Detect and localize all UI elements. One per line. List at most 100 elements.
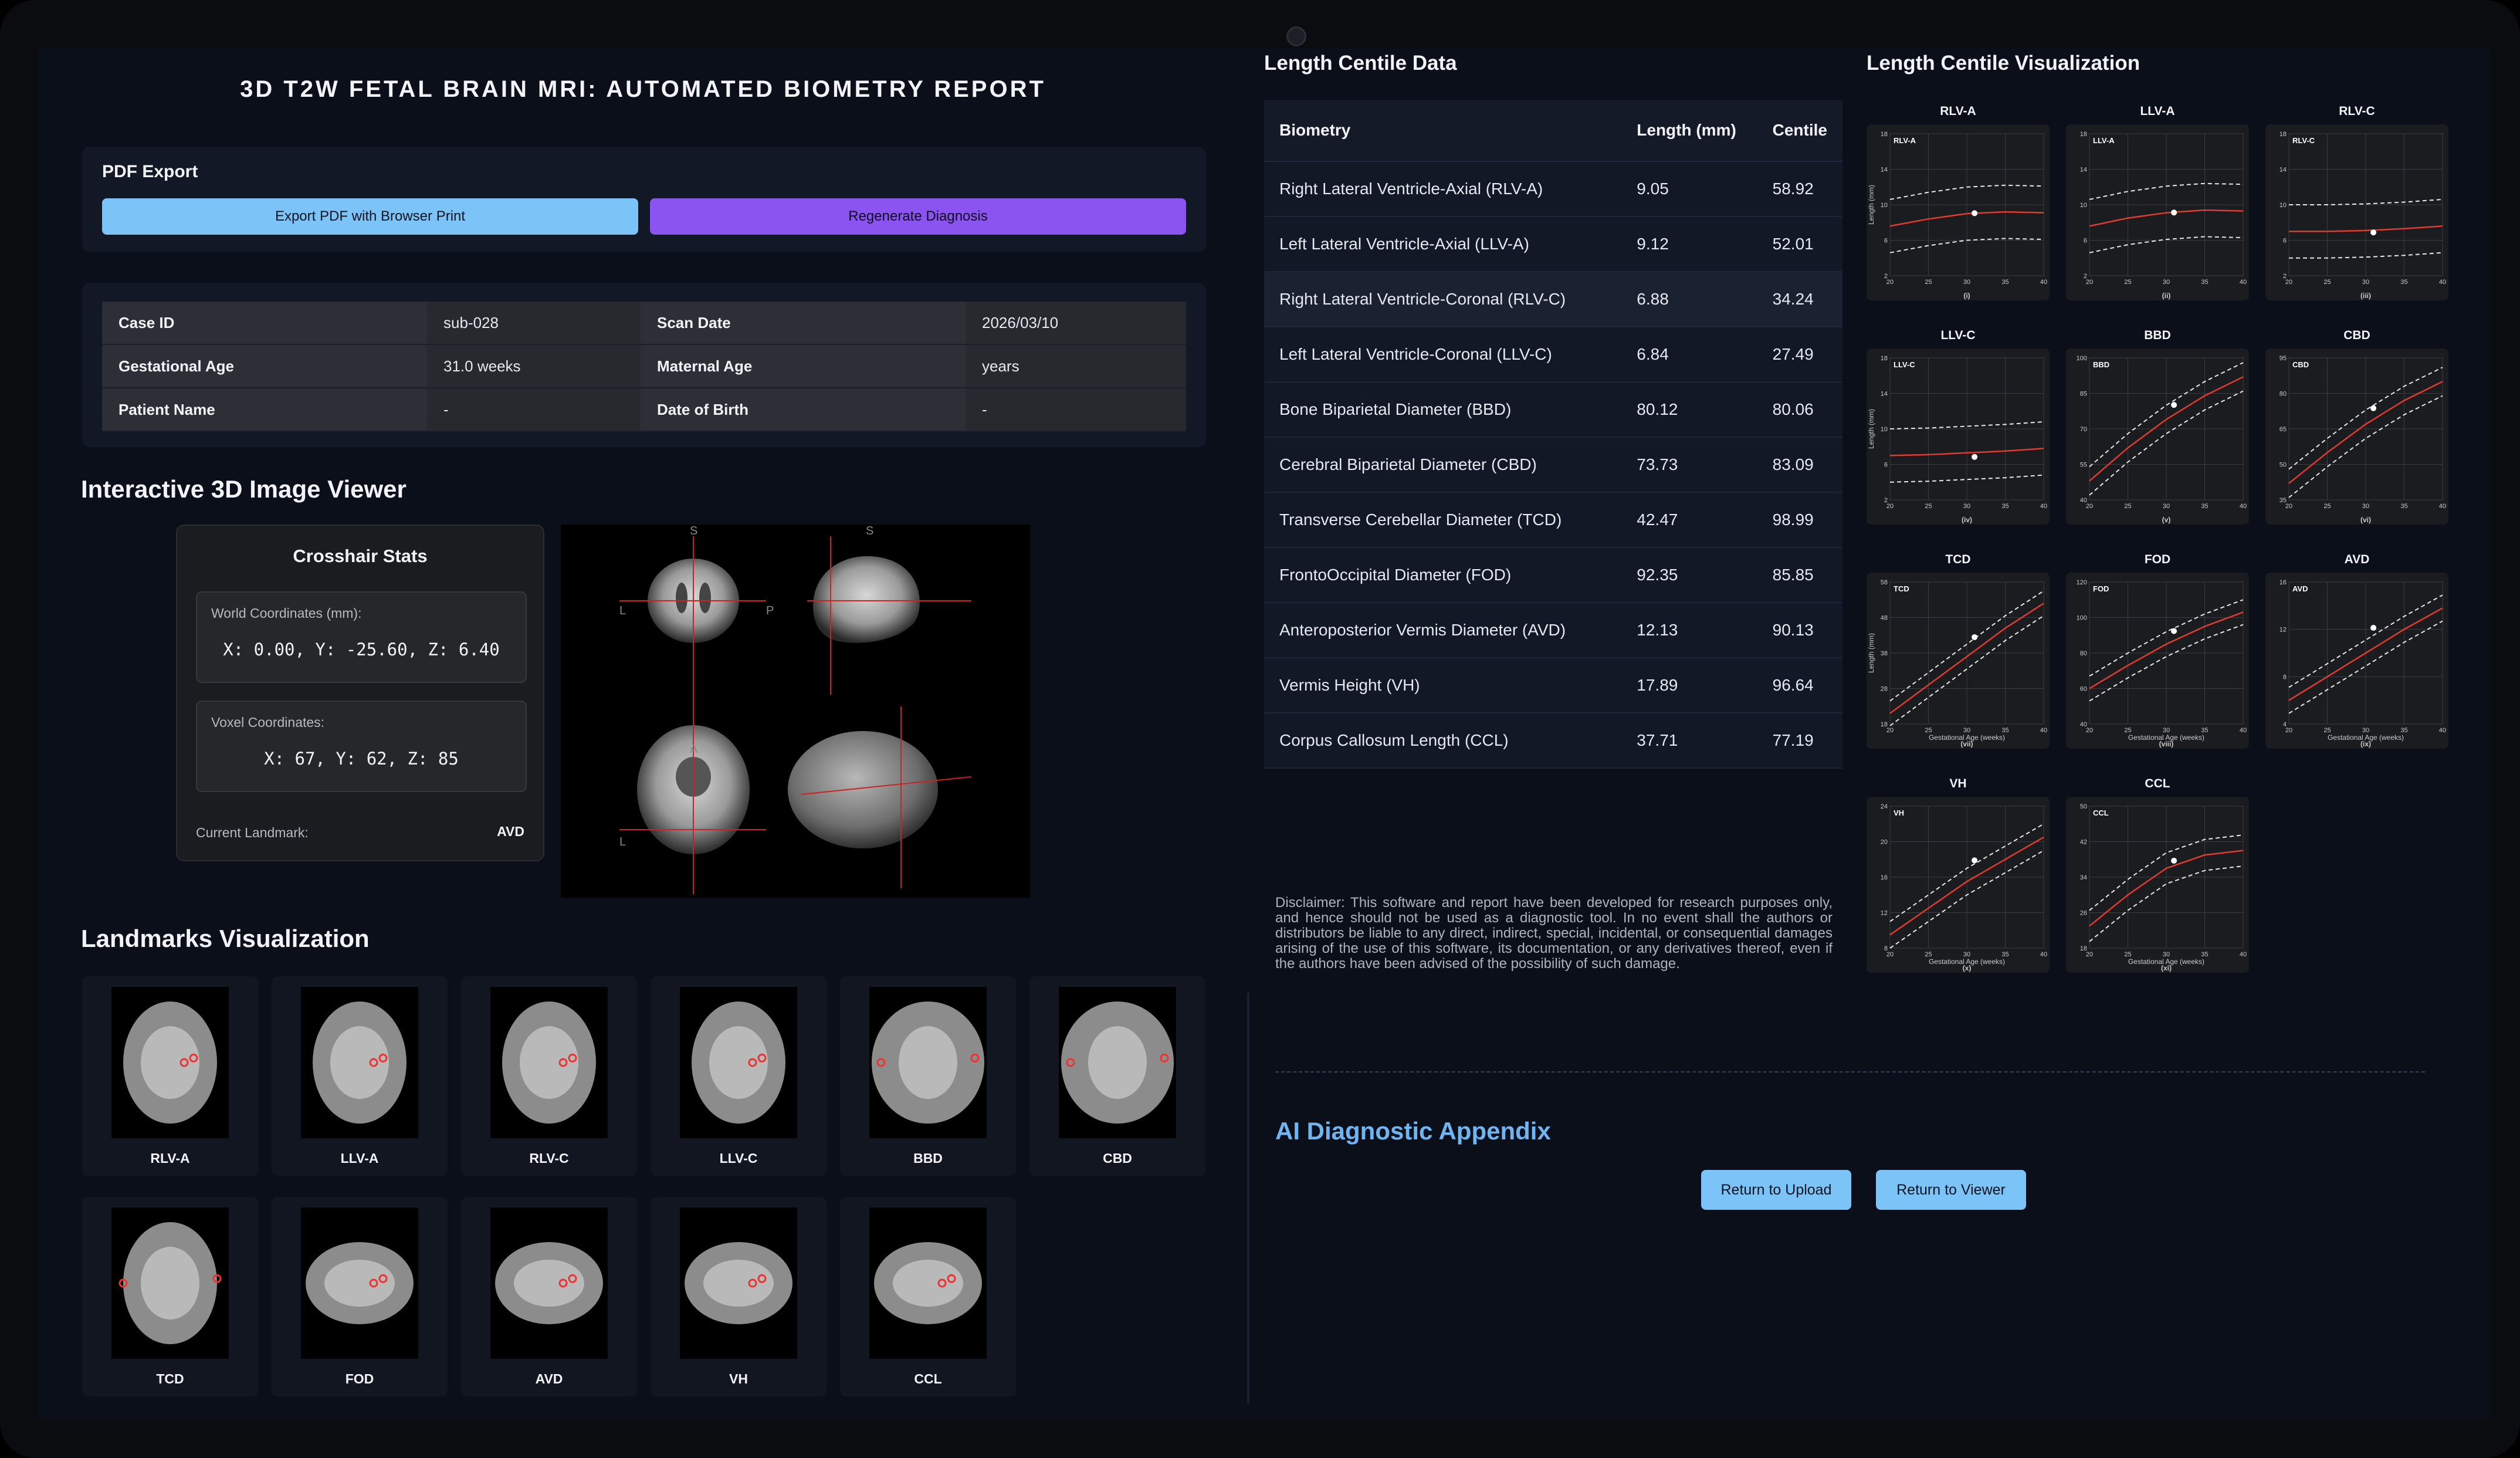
landmark-thumbnail[interactable]: CCL — [840, 1197, 1016, 1396]
orientation-label: S — [690, 525, 698, 537]
plot-svg: 20 25 30 35 4040557085100BBD(v) — [2077, 355, 2247, 524]
y-tick-label: 8 — [1884, 945, 1888, 952]
viewer-section-title: Interactive 3D Image Viewer — [81, 475, 407, 503]
plot-subtitle: (i) — [1963, 292, 1970, 300]
landmark-slice-image — [490, 987, 608, 1138]
landmark-label: FOD — [345, 1371, 374, 1386]
brain-tissue — [709, 1026, 768, 1099]
landmark-thumbnail[interactable]: RLV-C — [461, 976, 637, 1176]
x-tick-label: 35 — [2001, 503, 2008, 510]
centile-cell: 77.19 — [1757, 713, 1842, 769]
orientation-label: L — [619, 835, 626, 848]
landmark-slice-image — [680, 1207, 797, 1359]
regenerate-diagnosis-button[interactable]: Regenerate Diagnosis — [650, 198, 1186, 235]
landmark-slice-image — [869, 1207, 987, 1359]
x-tick-label: 40 — [2040, 727, 2047, 734]
landmark-thumbnail[interactable]: LLV-C — [651, 976, 827, 1176]
x-tick-label: 25 — [2323, 503, 2331, 510]
plot-subtitle: (iv) — [1962, 516, 1972, 524]
mri-viewer-render[interactable] — [561, 525, 1030, 898]
centile-plot-vh: VH 20 25 30 35 40 8 12 16 20 24 VH Gestational Age (… — [1867, 777, 2050, 973]
y-tick-label: 10 — [2279, 202, 2287, 209]
y-tick-label: 12 — [2279, 627, 2287, 634]
return-to-upload-button[interactable]: Return to Upload — [1701, 1170, 1851, 1210]
plot-svg: 20 25 30 35 4026101418LLV-A(ii) — [2080, 131, 2247, 300]
biometry-cell: Bone Biparietal Diameter (BBD) — [1264, 382, 1622, 438]
x-tick-label: 25 — [2124, 503, 2131, 510]
centile-cell: 52.01 — [1757, 216, 1842, 272]
maternal-age-label: Maternal Age — [641, 344, 966, 388]
gestational-age-label: Gestational Age — [102, 344, 427, 388]
y-tick-label: 80 — [2080, 650, 2087, 657]
landmark-thumbnail[interactable]: TCD — [82, 1197, 258, 1396]
patient-point — [1972, 857, 1978, 864]
y-tick-label: 14 — [1881, 167, 1888, 174]
landmark-thumbnail[interactable]: CBD — [1029, 976, 1205, 1176]
y-tick-label: 2 — [1884, 497, 1888, 504]
plot-svg: 20 25 30 35 401826344250CCLGestational Age (… — [2080, 803, 2247, 972]
y-tick-label: 18 — [2080, 131, 2087, 138]
y-tick-label: 6 — [2084, 238, 2087, 245]
y-tick-label: 40 — [2080, 497, 2087, 504]
landmark-label: LLV-C — [719, 1151, 758, 1166]
patient-point — [1972, 634, 1978, 640]
landmark-thumbnail[interactable]: BBD — [840, 976, 1016, 1176]
x-tick-label: 30 — [2163, 503, 2170, 510]
brain-tissue — [330, 1026, 389, 1099]
plot-svg: 20 25 30 35 4026101418RLV-ALength (mm)(i) — [1867, 131, 2047, 300]
landmark-thumbnail[interactable]: AVD — [461, 1197, 637, 1396]
y-tick-label: 2 — [1884, 273, 1888, 280]
y-tick-label: 28 — [1881, 686, 1888, 693]
export-pdf-button[interactable]: Export PDF with Browser Print — [102, 198, 638, 235]
voxel-coordinates-value: X: 67, Y: 62, Z: 85 — [264, 749, 459, 769]
landmark-label: AVD — [535, 1371, 563, 1386]
centile-cell: 58.92 — [1757, 161, 1842, 217]
landmark-thumbnail[interactable]: RLV-A — [82, 976, 258, 1176]
landmark-slice-image — [680, 987, 797, 1138]
x-tick-label: 40 — [2040, 279, 2047, 286]
patient-point — [1972, 210, 1978, 216]
landmark-thumbnail[interactable]: VH — [651, 1197, 827, 1396]
scan-date-value: 2026/03/10 — [966, 302, 1186, 345]
brain-tissue — [893, 1260, 963, 1307]
x-tick-label: 30 — [2362, 503, 2369, 510]
length-cell: 37.71 — [1621, 713, 1757, 769]
plot-inner-label: TCD — [1894, 584, 1909, 593]
mri-viewer-canvas[interactable]: S S L P A L — [561, 525, 1030, 898]
return-to-viewer-button[interactable]: Return to Viewer — [1876, 1170, 2026, 1210]
y-tick-label: 6 — [1884, 238, 1888, 245]
y-tick-label: 35 — [2279, 497, 2287, 504]
patient-name-label: Patient Name — [102, 388, 427, 432]
y-tick-label: 18 — [2080, 945, 2087, 952]
landmark-thumbnail[interactable]: LLV-A — [272, 976, 448, 1176]
y-tick-label: 60 — [2080, 686, 2087, 693]
y-axis-label: Length (mm) — [1867, 409, 1875, 449]
y-tick-label: 42 — [2080, 839, 2087, 846]
plot-inner-label: VH — [1894, 809, 1904, 817]
plot-inner-label: BBD — [2093, 360, 2109, 369]
date-of-birth-value: - — [966, 388, 1186, 432]
plot-inner-label: AVD — [2292, 584, 2308, 593]
x-tick-label: 25 — [1925, 503, 1932, 510]
case-info-row: Case ID sub-028 Scan Date 2026/03/10 — [102, 302, 1186, 345]
patient-point — [2370, 405, 2377, 411]
patient-point — [2370, 229, 2377, 236]
orientation-label: A — [690, 743, 698, 756]
y-axis-label: Length (mm) — [1867, 185, 1875, 225]
centile-table-title: Length Centile Data — [1264, 52, 1457, 75]
landmark-label: VH — [729, 1371, 748, 1386]
centile-table-header: Biometry Length (mm) Centile — [1264, 100, 1842, 162]
biometry-cell: Transverse Cerebellar Diameter (TCD) — [1264, 492, 1622, 548]
x-tick-label: 35 — [2201, 279, 2208, 286]
brain-tissue — [520, 1026, 578, 1099]
y-tick-label: 24 — [1881, 803, 1888, 810]
y-tick-label: 18 — [2279, 131, 2287, 138]
x-tick-label: 40 — [2040, 503, 2047, 510]
case-id-label: Case ID — [102, 302, 427, 345]
y-tick-label: 18 — [1881, 721, 1888, 728]
centile-table-row: Right Lateral Ventricle-Axial (RLV-A) 9.0… — [1264, 161, 1842, 217]
brain-tissue — [141, 1026, 199, 1099]
landmark-thumbnail[interactable]: FOD — [272, 1197, 448, 1396]
y-tick-label: 50 — [2080, 803, 2087, 810]
centile-table-body: Right Lateral Ventricle-Axial (RLV-A) 9.0… — [1264, 161, 1842, 769]
